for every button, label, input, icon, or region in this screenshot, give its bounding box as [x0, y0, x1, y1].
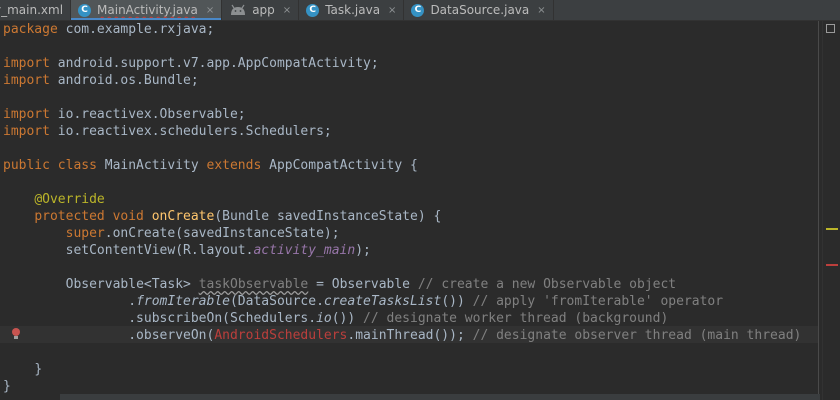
- code-line: .fromIterable(DataSource.createTasksList…: [128, 294, 724, 309]
- tab-datasource-java[interactable]: C DataSource.java ×: [404, 0, 554, 20]
- tab-main-activity-java[interactable]: C MainActivity.java ×: [71, 0, 223, 20]
- code-line-current: .observeOn(AndroidSchedulers.mainThread(…: [128, 328, 802, 343]
- breakpoint-bulb-icon[interactable]: [10, 326, 22, 343]
- tab-label: MainActivity.java: [97, 3, 198, 17]
- editor-tab-bar: y_main.xml C MainActivity.java × app × C…: [0, 0, 840, 21]
- code-line: import android.support.v7.app.AppCompatA…: [3, 56, 379, 71]
- error-marker[interactable]: [826, 264, 838, 266]
- close-tab-icon[interactable]: ×: [388, 5, 396, 16]
- tab-activity-main-xml[interactable]: y_main.xml: [0, 0, 72, 20]
- code-line: import io.reactivex.schedulers.Scheduler…: [3, 124, 332, 139]
- code-line: super.onCreate(savedInstanceState);: [65, 226, 340, 241]
- code-line: .subscribeOn(Schedulers.io()) // designa…: [128, 311, 669, 326]
- inspection-status-icon[interactable]: [826, 24, 835, 33]
- tab-label: DataSource.java: [430, 3, 530, 17]
- android-module-icon: [231, 4, 246, 15]
- tab-label: Task.java: [325, 3, 381, 17]
- close-tab-icon[interactable]: ×: [283, 5, 291, 16]
- code-line: package com.example.rxjava;: [3, 22, 215, 37]
- code-line: import android.os.Bundle;: [3, 73, 199, 88]
- error-stripe[interactable]: [822, 21, 840, 400]
- code-line: setContentView(R.layout.activity_main);: [65, 243, 371, 258]
- tab-label: app: [252, 3, 275, 17]
- horizontal-scrollbar[interactable]: [60, 394, 820, 400]
- close-tab-icon[interactable]: ×: [537, 5, 545, 16]
- code-line: }: [34, 362, 43, 377]
- tab-app[interactable]: app ×: [222, 0, 300, 20]
- java-class-icon: C: [306, 3, 320, 17]
- code-line: protected void onCreate(Bundle savedInst…: [34, 209, 442, 224]
- code-line: }: [3, 379, 11, 394]
- code-line: @Override: [34, 192, 105, 207]
- java-class-icon: C: [411, 3, 425, 17]
- right-margin-guide: [818, 21, 819, 400]
- code-editor[interactable]: package com.example.rxjava; import andro…: [0, 21, 822, 400]
- tab-task-java[interactable]: C Task.java ×: [299, 0, 405, 20]
- code-line: public class MainActivity extends AppCom…: [3, 158, 418, 173]
- close-tab-icon[interactable]: ×: [206, 5, 214, 16]
- code-line: import io.reactivex.Observable;: [3, 107, 246, 122]
- tab-label: y_main.xml: [0, 3, 64, 17]
- warning-marker[interactable]: [826, 228, 838, 230]
- java-class-icon: C: [78, 3, 92, 17]
- code-line: Observable<Task> taskObservable = Observ…: [65, 277, 677, 292]
